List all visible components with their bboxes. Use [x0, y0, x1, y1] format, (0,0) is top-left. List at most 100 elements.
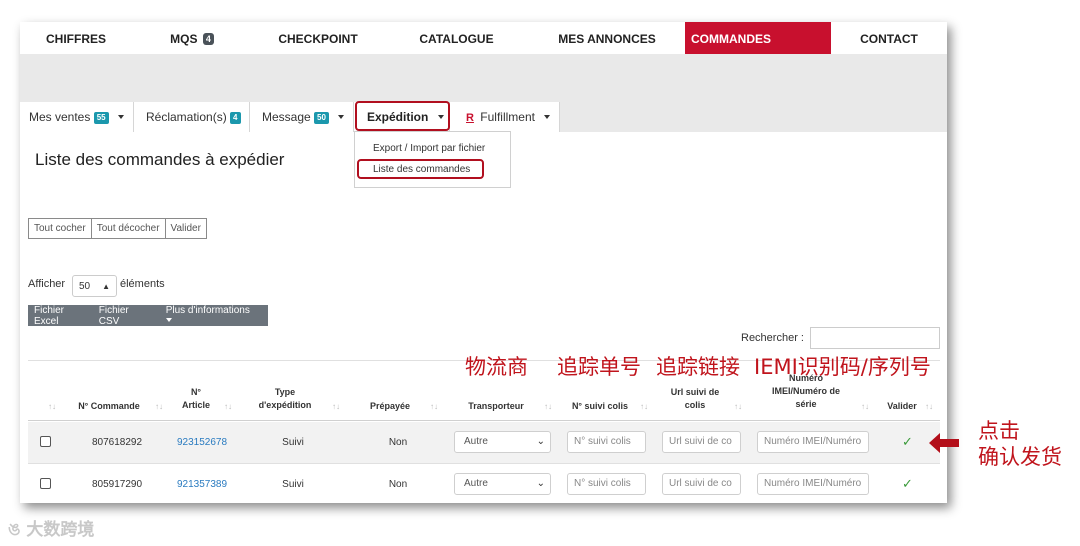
order-number: 807618292 — [91, 437, 143, 448]
table-row: 805917290 921357389 Suivi Non Autre ⌄ N°… — [28, 464, 940, 503]
nav-mes-annonces[interactable]: MES ANNONCES — [529, 22, 685, 54]
message-badge: 50 — [314, 112, 329, 124]
tab-mes-ventes[interactable]: Mes ventes 55 — [20, 102, 134, 132]
page-length-value: 50 — [79, 281, 91, 292]
article-link[interactable]: 923152678 — [170, 437, 234, 448]
highlight-expedition-tab — [355, 101, 450, 131]
carrier-select-value: Autre — [464, 436, 488, 447]
chevron-down-icon — [338, 115, 345, 119]
order-number: 805917290 — [91, 479, 143, 490]
nav-commandes[interactable]: COMMANDES — [685, 22, 831, 54]
article-link[interactable]: 921357389 — [170, 479, 234, 490]
left-arrow-icon — [929, 433, 959, 453]
annotation-tracking-number: 追踪单号 — [557, 355, 641, 379]
validate-button[interactable]: Valider — [164, 218, 207, 239]
prepaid-value: Non — [388, 479, 408, 490]
header-url[interactable]: Url suivi de colis — [660, 386, 730, 412]
export-excel-button[interactable]: Fichier Excel — [34, 305, 90, 327]
header-commande[interactable]: N° Commande — [66, 400, 152, 413]
table-row: 807618292 923152678 Suivi Non Autre ⌄ N°… — [28, 422, 940, 463]
nav-contact[interactable]: CONTACT — [831, 22, 947, 54]
tracking-number-input[interactable]: N° suivi colis — [567, 431, 646, 453]
sort-icon[interactable]: ↑↓ — [925, 402, 933, 411]
chevron-down-icon — [165, 317, 172, 322]
length-label-prefix: Afficher — [28, 278, 66, 290]
menu-item-export-import[interactable]: Export / Import par fichier — [373, 143, 485, 154]
header-band — [20, 54, 947, 103]
watermark-text: 大数跨境 — [26, 520, 95, 540]
search-label: Rechercher : — [741, 332, 804, 344]
watermark-icon: ঙ — [8, 520, 21, 540]
sort-icon[interactable]: ↑↓ — [332, 402, 340, 411]
tab-mes-ventes-label: Mes ventes — [29, 110, 91, 124]
mes-ventes-badge: 55 — [93, 112, 109, 124]
check-all-button[interactable]: Tout cocher — [28, 218, 92, 239]
length-label-suffix: éléments — [120, 278, 165, 290]
row-checkbox[interactable] — [40, 436, 51, 447]
annotation-carrier: 物流商 — [465, 355, 528, 379]
export-button-group: Fichier Excel Fichier CSV Plus d'informa… — [28, 305, 268, 327]
header-suivi[interactable]: N° suivi colis — [565, 400, 635, 413]
prepaid-value: Non — [388, 437, 408, 448]
search-input[interactable] — [810, 327, 940, 349]
annotation-tracking-link: 追踪链接 — [656, 355, 740, 379]
sort-icon[interactable]: ↑↓ — [155, 402, 163, 411]
tab-fulfillment[interactable]: R Fulfillment — [450, 102, 560, 132]
nav-mqs[interactable]: MQS 4 — [132, 22, 252, 54]
header-url-line2: colis — [684, 400, 706, 410]
sort-icon[interactable]: ↑↓ — [544, 402, 552, 411]
sort-icon[interactable]: ↑↓ — [734, 402, 742, 411]
mqs-count-badge: 4 — [202, 33, 214, 45]
annotation-click: 点击 — [978, 419, 1020, 443]
sort-icon[interactable]: ↑↓ — [48, 402, 56, 411]
chevron-down-icon — [117, 115, 124, 119]
sort-icon[interactable]: ↑↓ — [861, 402, 869, 411]
sort-icon[interactable]: ↑↓ — [640, 402, 648, 411]
nav-chiffres[interactable]: CHIFFRES — [20, 22, 132, 54]
nav-checkpoint[interactable]: CHECKPOINT — [252, 22, 384, 54]
top-navigation: CHIFFRES MQS 4 CHECKPOINT CATALOGUE MES … — [20, 22, 947, 54]
carrier-select[interactable]: Autre ⌄ — [454, 431, 551, 453]
validate-check-icon[interactable]: ✓ — [902, 476, 913, 492]
more-info-button[interactable]: Plus d'informations — [160, 305, 265, 327]
row-checkbox[interactable] — [40, 478, 51, 489]
tracking-number-input[interactable]: N° suivi colis — [567, 473, 646, 495]
header-article-line2: Article — [181, 400, 210, 410]
chevron-down-icon — [544, 115, 551, 119]
tab-reclamations-label: Réclamation(s) — [146, 110, 227, 124]
sort-icon[interactable]: ↑↓ — [430, 402, 438, 411]
carrier-select-value: Autre — [464, 478, 488, 489]
tab-reclamations[interactable]: Réclamation(s) 4 — [134, 102, 250, 132]
tracking-url-input[interactable]: Url suivi de co — [662, 431, 741, 453]
validate-check-icon[interactable]: ✓ — [902, 434, 913, 450]
tab-row-filler — [560, 102, 947, 132]
fulfillment-logo-icon: R — [466, 112, 474, 124]
chevron-down-icon: ⌄ — [536, 478, 545, 489]
header-article[interactable]: N° Article — [170, 386, 222, 412]
uncheck-all-button[interactable]: Tout décocher — [90, 218, 166, 239]
page-title: Liste des commandes à expédier — [35, 150, 285, 169]
header-type[interactable]: Type d'expédition — [245, 386, 325, 412]
shipping-type: Suivi — [282, 479, 304, 490]
tab-message[interactable]: Message 50 — [250, 102, 354, 132]
expedition-dropdown-menu: Export / Import par fichier Liste des co… — [354, 131, 511, 188]
sub-tabs: Mes ventes 55 Réclamation(s) 4 Message 5… — [20, 102, 947, 132]
selection-button-group: Tout cocher Tout décocher Valider — [28, 218, 207, 239]
chevron-down-icon: ⌄ — [536, 436, 545, 447]
imei-input[interactable]: Numéro IMEI/Numéro — [757, 431, 869, 453]
header-valider[interactable]: Valider — [882, 400, 922, 413]
nav-catalogue[interactable]: CATALOGUE — [384, 22, 529, 54]
carrier-select[interactable]: Autre ⌄ — [454, 473, 551, 495]
sort-icon[interactable]: ↑↓ — [224, 402, 232, 411]
header-prepayee[interactable]: Prépayée — [360, 400, 420, 413]
imei-input[interactable]: Numéro IMEI/Numéro — [757, 473, 869, 495]
header-type-line1: Type — [274, 387, 296, 397]
export-csv-button[interactable]: Fichier CSV — [99, 305, 151, 327]
page-length-select[interactable]: 50 ▲ — [72, 275, 117, 297]
tracking-url-input[interactable]: Url suivi de co — [662, 473, 741, 495]
app-window: CHIFFRES MQS 4 CHECKPOINT CATALOGUE MES … — [20, 22, 947, 503]
tab-message-label: Message — [262, 110, 311, 124]
header-transporteur[interactable]: Transporteur — [458, 400, 534, 413]
shipping-type: Suivi — [282, 437, 304, 448]
header-imei-line3: série — [795, 399, 817, 409]
